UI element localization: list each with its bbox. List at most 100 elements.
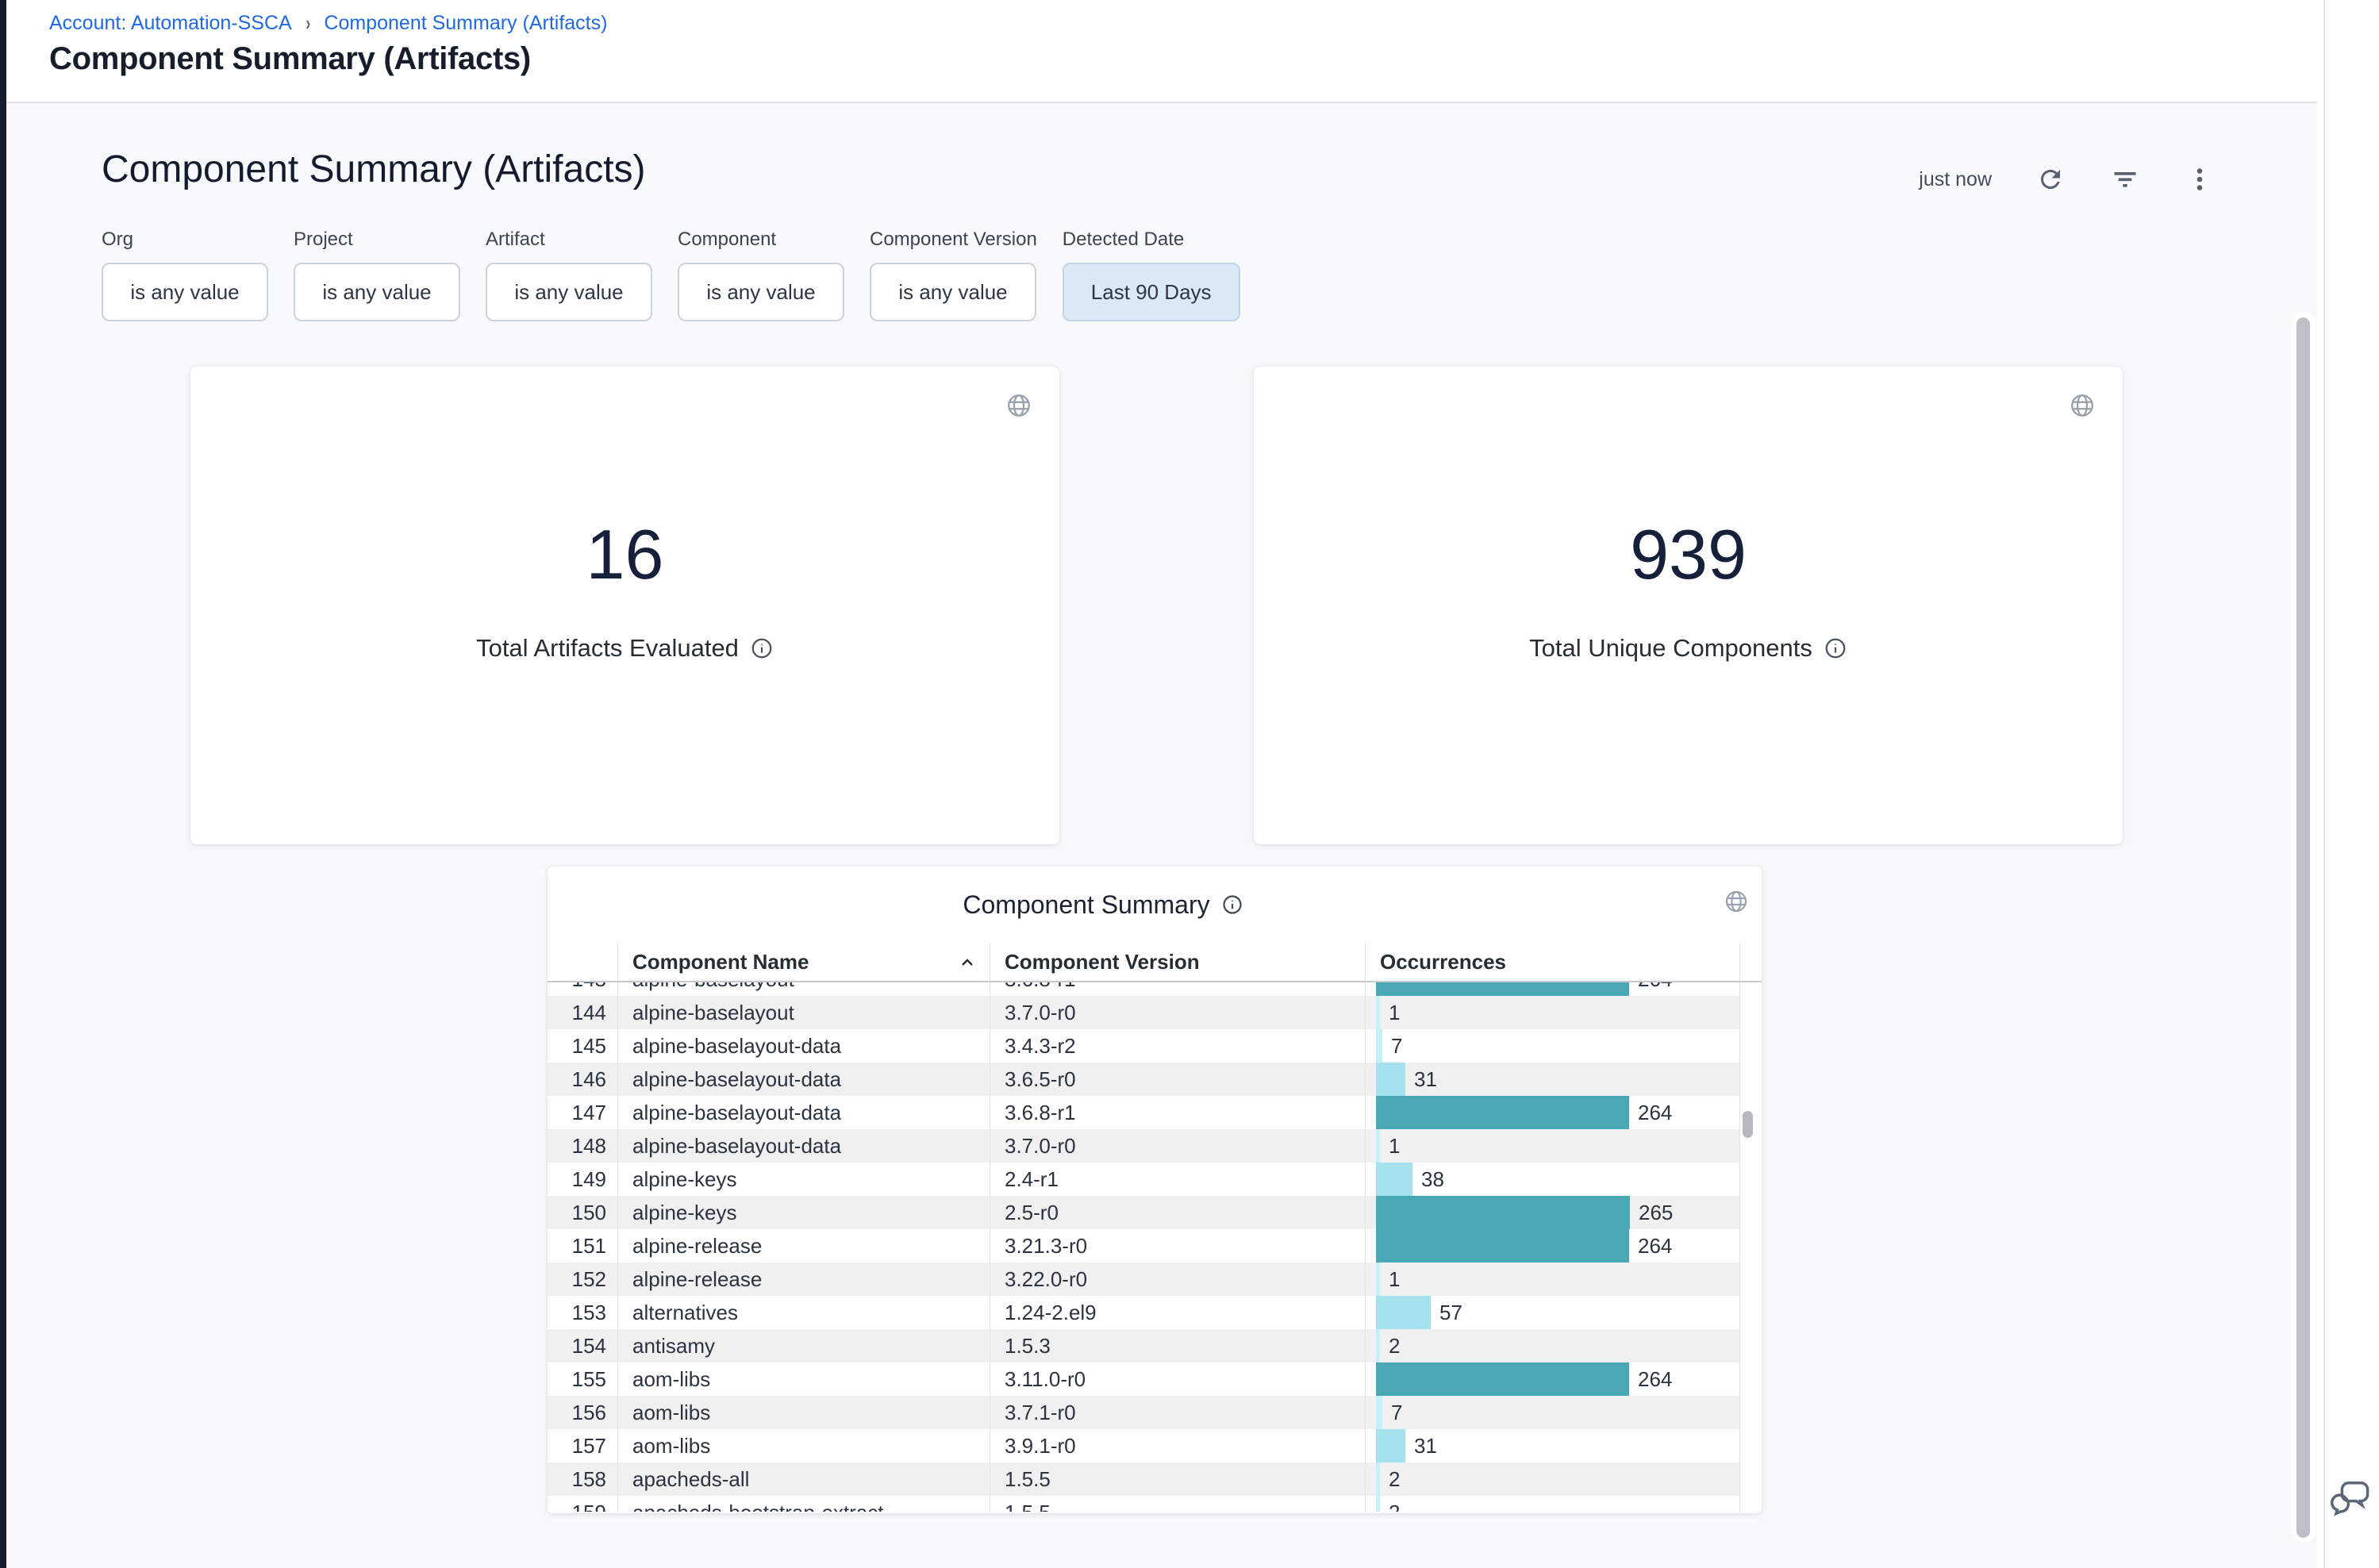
page-header: Account: Automation-SSCA › Component Sum… — [6, 0, 2317, 103]
table-scrollbar-thumb[interactable] — [1743, 1111, 1753, 1138]
row-index-cell: 148 — [548, 1129, 617, 1163]
table-row[interactable]: 156aom-libs3.7.1-r0 7 — [548, 1396, 1762, 1429]
row-index-cell: 144 — [548, 996, 617, 1029]
filter-label: Project — [294, 229, 460, 251]
table-row[interactable]: 152alpine-release3.22.0-r01 — [548, 1262, 1762, 1296]
filter-value-button-detected-date[interactable]: Last 90 Days — [1063, 263, 1240, 321]
occurrences-cell: 2 — [1365, 1462, 1739, 1496]
occurrence-bar — [1376, 1196, 1630, 1229]
occurrences-cell: 2 — [1365, 1329, 1739, 1362]
component-name-cell: alpine-baselayout — [617, 982, 990, 996]
dashboard-actions: just now — [1919, 163, 2216, 195]
table-row[interactable]: 158apacheds-all1.5.52 — [548, 1462, 1762, 1496]
occurrence-bar — [1376, 1496, 1380, 1512]
occurrence-value: 7 — [1391, 1396, 1402, 1429]
table-row[interactable]: 146alpine-baselayout-data3.6.5-r031 — [548, 1063, 1762, 1096]
filter-group-project: Project is any value — [294, 229, 460, 321]
table-row[interactable]: 148alpine-baselayout-data3.7.0-r01 — [548, 1129, 1762, 1163]
occurrence-bar — [1376, 1063, 1405, 1096]
globe-timezone-icon — [1005, 392, 1032, 419]
row-scroll-gutter — [1739, 1429, 1762, 1462]
occurrence-bar — [1376, 1296, 1431, 1329]
table-row[interactable]: 155aom-libs3.11.0-r0264 — [548, 1362, 1762, 1396]
breadcrumb: Account: Automation-SSCA › Component Sum… — [49, 11, 607, 36]
component-name-cell: aom-libs — [617, 1429, 990, 1462]
occurrences-cell: 2 — [1365, 1496, 1739, 1512]
occurrence-bar — [1376, 1429, 1405, 1462]
table-row[interactable]: 150alpine-keys2.5-r0265 — [548, 1196, 1762, 1229]
occurrences-cell: 57 — [1365, 1296, 1739, 1329]
row-index-cell: 154 — [548, 1329, 617, 1362]
occurrence-value: 264 — [1638, 1096, 1672, 1129]
main-column: Account: Automation-SSCA › Component Sum… — [6, 0, 2317, 1568]
dashboard-area: Component Summary (Artifacts) just now — [6, 103, 2317, 1568]
occurrences-cell: 1 — [1365, 996, 1739, 1029]
filter-value-button-component-version[interactable]: is any value — [870, 263, 1036, 321]
component-name-cell: alpine-release — [617, 1229, 990, 1262]
row-scroll-gutter — [1739, 1196, 1762, 1229]
occurrence-bar — [1376, 996, 1380, 1029]
component-name-cell: aom-libs — [617, 1396, 990, 1429]
page-title: Component Summary (Artifacts) — [49, 41, 531, 77]
component-version-cell: 3.6.8-r1 — [990, 982, 1365, 996]
row-scroll-gutter — [1739, 1262, 1762, 1296]
column-header-component-version[interactable]: Component Version — [990, 943, 1365, 981]
info-icon[interactable] — [1824, 636, 1847, 660]
component-version-cell: 3.9.1-r0 — [990, 1429, 1365, 1462]
page-scrollbar-thumb[interactable] — [2296, 317, 2310, 1538]
row-scroll-gutter — [1739, 1396, 1762, 1429]
filter-value-button-artifact[interactable]: is any value — [486, 263, 652, 321]
filter-icon — [2111, 165, 2139, 194]
table-row[interactable]: 151alpine-release3.21.3-r0264 — [548, 1229, 1762, 1262]
kebab-menu-icon — [2185, 165, 2214, 194]
component-name-cell: alpine-baselayout-data — [617, 1129, 990, 1163]
filter-value-button-component[interactable]: is any value — [678, 263, 844, 321]
table-row[interactable]: 147alpine-baselayout-data3.6.8-r1264 — [548, 1096, 1762, 1129]
occurrences-cell: 38 — [1365, 1163, 1739, 1196]
row-index-cell: 159 — [548, 1496, 617, 1512]
occurrence-bar — [1376, 1396, 1382, 1429]
component-version-cell: 3.22.0-r0 — [990, 1262, 1365, 1296]
component-name-cell: alpine-baselayout-data — [617, 1029, 990, 1063]
occurrence-value: 31 — [1414, 1063, 1437, 1096]
column-header-component-name[interactable]: Component Name — [617, 943, 990, 981]
row-scroll-gutter — [1739, 1229, 1762, 1262]
table-row[interactable]: 149alpine-keys2.4-r138 — [548, 1163, 1762, 1196]
occurrence-bar — [1376, 1129, 1380, 1163]
occurrence-value: 265 — [1639, 1196, 1673, 1229]
occurrences-cell: 264 — [1365, 1229, 1739, 1262]
component-name-cell: alternatives — [617, 1296, 990, 1329]
table-row[interactable]: 154antisamy1.5.32 — [548, 1329, 1762, 1362]
row-scroll-gutter — [1739, 1029, 1762, 1063]
filter-value-button-org[interactable]: is any value — [102, 263, 268, 321]
filter-value-button-project[interactable]: is any value — [294, 263, 460, 321]
breadcrumb-account-link[interactable]: Account: Automation-SSCA — [49, 12, 292, 35]
info-icon[interactable] — [750, 636, 774, 660]
component-name-cell: apacheds-bootstrap-extract — [617, 1496, 990, 1512]
filter-label: Component — [678, 229, 844, 251]
support-chat-button[interactable] — [2330, 1474, 2374, 1519]
table-row[interactable]: 145alpine-baselayout-data3.4.3-r27 — [548, 1029, 1762, 1063]
occurrence-value: 1 — [1389, 996, 1400, 1029]
info-icon[interactable] — [1221, 894, 1243, 916]
occurrence-bar — [1376, 1163, 1412, 1196]
table-row[interactable]: 157aom-libs3.9.1-r031 — [548, 1429, 1762, 1462]
dashboard-filters-button[interactable] — [2109, 163, 2141, 195]
component-version-cell: 1.5.5 — [990, 1496, 1365, 1512]
table-row[interactable]: 153alternatives1.24-2.el957 — [548, 1296, 1762, 1329]
table-row[interactable]: 144alpine-baselayout3.7.0-r01 — [548, 996, 1762, 1029]
row-scroll-gutter — [1739, 1329, 1762, 1362]
component-name-cell: alpine-keys — [617, 1163, 990, 1196]
table-title: Component Summary — [963, 890, 1209, 920]
occurrences-cell: 7 — [1365, 1396, 1739, 1429]
refresh-button[interactable] — [2035, 163, 2066, 195]
breadcrumb-current-link[interactable]: Component Summary (Artifacts) — [324, 12, 607, 35]
row-index-cell: 157 — [548, 1429, 617, 1462]
component-version-cell: 3.7.1-r0 — [990, 1396, 1365, 1429]
row-index-cell: 156 — [548, 1396, 617, 1429]
row-index-cell: 146 — [548, 1063, 617, 1096]
more-options-button[interactable] — [2184, 163, 2216, 195]
table-row[interactable]: 143alpine-baselayout3.6.8-r1264 — [548, 982, 1762, 996]
table-row[interactable]: 159apacheds-bootstrap-extract1.5.52 — [548, 1496, 1762, 1512]
column-header-occurrences[interactable]: Occurrences — [1365, 943, 1739, 981]
